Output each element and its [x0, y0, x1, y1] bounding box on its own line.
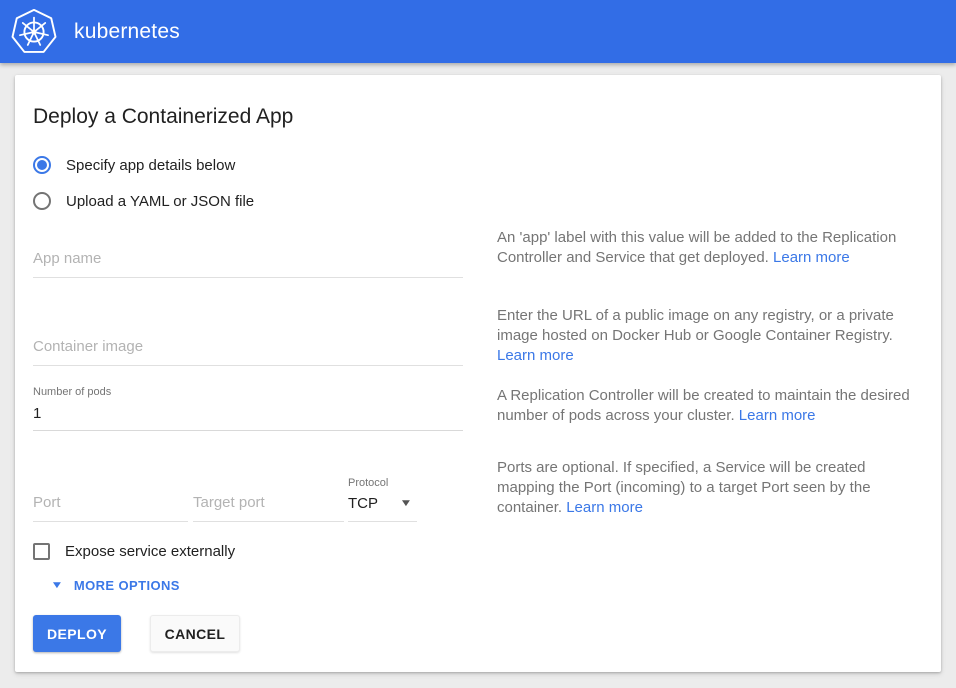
chevron-down-icon: ▼ [399, 498, 412, 509]
cancel-button[interactable]: CANCEL [150, 615, 240, 652]
expose-service-label: Expose service externally [65, 543, 235, 560]
learn-more-link[interactable]: Learn more [497, 347, 574, 364]
radio-upload-yaml[interactable]: Upload a YAML or JSON file [33, 191, 920, 211]
protocol-selected-value: TCP [348, 495, 378, 512]
radio-specify-details[interactable]: Specify app details below [33, 155, 920, 175]
kubernetes-logo-icon [10, 8, 58, 56]
app-name-help: An 'app' label with this value will be a… [497, 228, 920, 278]
pods-count-input[interactable] [33, 401, 463, 431]
number-of-pods-row: Number of pods A Replication Controller … [33, 386, 920, 435]
help-text: Ports are optional. If specified, a Serv… [497, 459, 871, 516]
protocol-select[interactable]: TCP ▼ [348, 492, 417, 522]
learn-more-link[interactable]: Learn more [566, 499, 643, 516]
action-buttons: DEPLOY CANCEL [33, 615, 920, 652]
more-options-label: MORE OPTIONS [74, 578, 180, 593]
ports-help: Ports are optional. If specified, a Serv… [497, 458, 920, 522]
app-name-row: An 'app' label with this value will be a… [33, 228, 920, 278]
radio-unselected-icon[interactable] [33, 192, 51, 210]
learn-more-link[interactable]: Learn more [739, 407, 816, 424]
page-title: Deploy a Containerized App [33, 105, 920, 129]
brand-title: kubernetes [74, 20, 180, 44]
expose-service-checkbox-row[interactable]: Expose service externally [33, 541, 920, 561]
radio-label: Specify app details below [66, 157, 235, 174]
deploy-card: Deploy a Containerized App Specify app d… [15, 75, 941, 672]
container-image-input[interactable] [33, 334, 463, 366]
target-port-input[interactable] [193, 490, 344, 522]
ports-row: Protocol TCP ▼ Ports are optional. If sp… [33, 458, 920, 522]
app-header: kubernetes [0, 0, 956, 63]
port-input[interactable] [33, 490, 188, 522]
radio-label: Upload a YAML or JSON file [66, 193, 254, 210]
help-text: A Replication Controller will be created… [497, 387, 910, 424]
more-options-expander[interactable]: ▼ MORE OPTIONS [52, 578, 920, 593]
pods-field-label: Number of pods [33, 386, 463, 398]
expander-caret-icon: ▼ [50, 580, 63, 591]
radio-selected-icon[interactable] [33, 156, 51, 174]
container-image-help: Enter the URL of a public image on any r… [497, 306, 920, 366]
pods-help: A Replication Controller will be created… [497, 386, 920, 435]
container-image-row: Enter the URL of a public image on any r… [33, 306, 920, 366]
checkbox-unchecked-icon[interactable] [33, 543, 50, 560]
help-text: Enter the URL of a public image on any r… [497, 307, 894, 344]
learn-more-link[interactable]: Learn more [773, 249, 850, 266]
deploy-button[interactable]: DEPLOY [33, 615, 121, 652]
protocol-field-label: Protocol [348, 477, 417, 489]
app-name-input[interactable] [33, 246, 463, 278]
